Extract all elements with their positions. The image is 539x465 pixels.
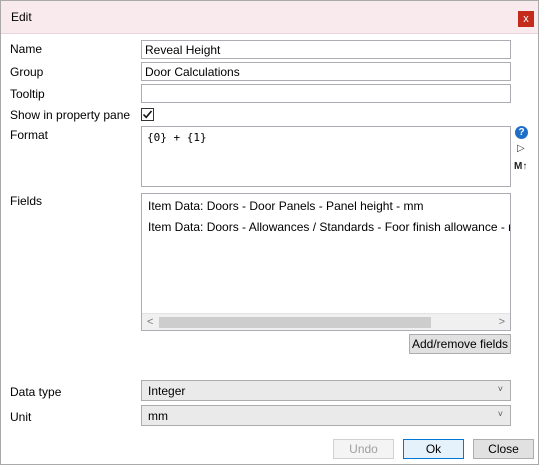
close-window-button[interactable]: x	[518, 11, 534, 27]
unit-label: Unit	[10, 410, 32, 424]
scroll-left-icon[interactable]: <	[147, 316, 153, 328]
chevron-down-icon: ˅	[497, 409, 503, 419]
scroll-thumb[interactable]	[159, 317, 431, 328]
format-text: {0} + {1}	[147, 131, 207, 144]
help-icon[interactable]: ?	[515, 126, 528, 139]
play-icon[interactable]: ▷	[517, 143, 525, 154]
checkmark-icon	[142, 110, 153, 119]
group-input[interactable]: Door Calculations	[141, 62, 511, 81]
group-label: Group	[10, 65, 44, 79]
window-title: Edit	[11, 10, 32, 24]
show-in-property-pane-checkbox[interactable]	[141, 108, 154, 121]
ok-button[interactable]: Ok	[403, 439, 464, 459]
tooltip-label: Tooltip	[10, 87, 45, 101]
show-in-property-pane-label: Show in property pane	[10, 108, 131, 122]
data-type-select[interactable]: Integer ˅	[141, 380, 511, 401]
format-editor[interactable]: {0} + {1}	[141, 126, 511, 187]
list-item[interactable]: Item Data: Doors - Allowances / Standard…	[148, 220, 510, 234]
name-input[interactable]: Reveal Height	[141, 40, 511, 59]
scroll-right-icon[interactable]: >	[499, 316, 505, 328]
edit-dialog: Edit x Name Reveal Height Group Door Cal…	[0, 0, 539, 465]
format-label: Format	[10, 128, 49, 142]
markdown-icon[interactable]: M↑	[514, 161, 527, 172]
fields-label: Fields	[10, 194, 43, 208]
undo-button[interactable]: Undo	[333, 439, 394, 459]
unit-select[interactable]: mm ˅	[141, 405, 511, 426]
add-remove-fields-button[interactable]: Add/remove fields	[409, 334, 511, 354]
title-bar: Edit x	[1, 1, 538, 34]
data-type-value: Integer	[148, 384, 186, 398]
name-label: Name	[10, 42, 43, 56]
close-icon: x	[523, 13, 529, 25]
unit-value: mm	[148, 409, 168, 423]
chevron-down-icon: ˅	[497, 384, 503, 394]
tooltip-input[interactable]	[141, 84, 511, 103]
close-button[interactable]: Close	[473, 439, 534, 459]
fields-list[interactable]: Item Data: Doors - Door Panels - Panel h…	[141, 193, 511, 331]
data-type-label: Data type	[10, 385, 62, 399]
list-item[interactable]: Item Data: Doors - Door Panels - Panel h…	[148, 199, 423, 213]
horizontal-scrollbar[interactable]: < >	[142, 313, 510, 330]
